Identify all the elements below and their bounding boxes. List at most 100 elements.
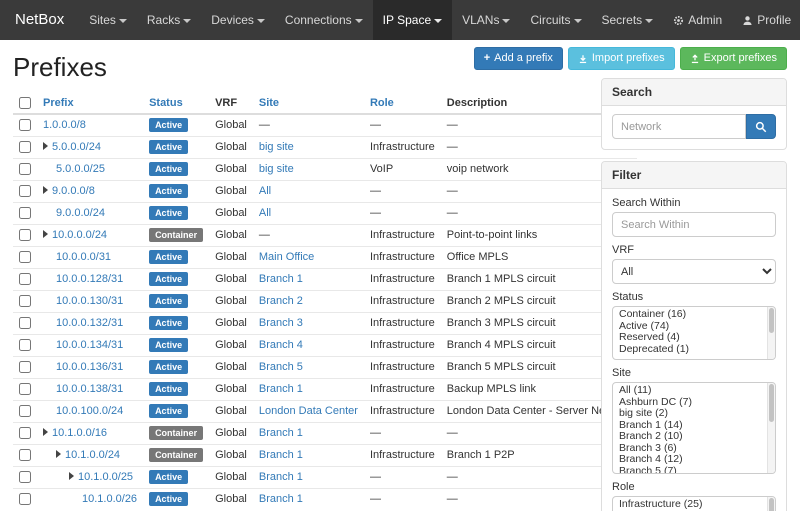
site-link[interactable]: Branch 1 bbox=[259, 471, 303, 483]
nav-profile[interactable]: Profile bbox=[732, 0, 800, 40]
listbox-option[interactable]: Branch 3 (6) bbox=[613, 443, 775, 455]
search-input[interactable] bbox=[612, 114, 746, 139]
prefix-link[interactable]: 10.0.0.0/24 bbox=[52, 229, 107, 241]
add-prefix-button[interactable]: + Add a prefix bbox=[474, 47, 563, 70]
row-checkbox[interactable] bbox=[19, 207, 31, 219]
column-header-status[interactable]: Status bbox=[149, 97, 183, 109]
listbox-option[interactable]: Container (16) bbox=[613, 309, 775, 321]
prefix-link[interactable]: 9.0.0.0/8 bbox=[52, 185, 95, 197]
site-link[interactable]: London Data Center bbox=[259, 405, 358, 417]
site-link[interactable]: big site bbox=[259, 141, 294, 153]
prefix-link[interactable]: 5.0.0.0/25 bbox=[56, 163, 105, 175]
select-all-checkbox[interactable] bbox=[19, 97, 31, 109]
prefix-link[interactable]: 10.0.0.134/31 bbox=[56, 339, 123, 351]
listbox-option[interactable]: Branch 1 (14) bbox=[613, 420, 775, 432]
site-link[interactable]: Branch 1 bbox=[259, 383, 303, 395]
site-link[interactable]: Branch 1 bbox=[259, 427, 303, 439]
listbox-option[interactable]: Branch 5 (7) bbox=[613, 466, 775, 475]
prefix-link[interactable]: 10.0.0.136/31 bbox=[56, 361, 123, 373]
search-within-input[interactable] bbox=[612, 212, 776, 237]
scrollbar[interactable] bbox=[767, 497, 775, 511]
expand-caret-icon[interactable] bbox=[56, 450, 61, 458]
export-prefixes-button[interactable]: Export prefixes bbox=[680, 47, 787, 70]
row-checkbox[interactable] bbox=[19, 185, 31, 197]
site-link[interactable]: Main Office bbox=[259, 251, 314, 263]
listbox-option[interactable]: big site (2) bbox=[613, 408, 775, 420]
prefix-link[interactable]: 10.1.0.0/16 bbox=[52, 427, 107, 439]
prefix-link[interactable]: 9.0.0.0/24 bbox=[56, 207, 105, 219]
nav-item-devices[interactable]: Devices bbox=[201, 0, 275, 40]
prefix-link[interactable]: 10.1.0.0/25 bbox=[78, 471, 133, 483]
site-link[interactable]: Branch 5 bbox=[259, 361, 303, 373]
vrf-select[interactable]: All bbox=[612, 259, 776, 284]
prefix-link[interactable]: 10.0.0.132/31 bbox=[56, 317, 123, 329]
prefix-link[interactable]: 1.0.0.0/8 bbox=[43, 119, 86, 131]
role-listbox[interactable]: Infrastructure (25)Management (8)Private… bbox=[612, 496, 776, 511]
scrollbar[interactable] bbox=[767, 383, 775, 473]
listbox-option[interactable]: Ashburn DC (7) bbox=[613, 397, 775, 409]
prefix-link[interactable]: 10.0.0.0/31 bbox=[56, 251, 111, 263]
row-checkbox[interactable] bbox=[19, 273, 31, 285]
prefix-link[interactable]: 5.0.0.0/24 bbox=[52, 141, 101, 153]
listbox-option[interactable]: Branch 2 (10) bbox=[613, 431, 775, 443]
site-link[interactable]: Branch 3 bbox=[259, 317, 303, 329]
expand-caret-icon[interactable] bbox=[43, 186, 48, 194]
expand-caret-icon[interactable] bbox=[43, 142, 48, 150]
site-link[interactable]: Branch 1 bbox=[259, 273, 303, 285]
prefix-link[interactable]: 10.0.0.138/31 bbox=[56, 383, 123, 395]
row-checkbox[interactable] bbox=[19, 119, 31, 131]
site-link[interactable]: Branch 1 bbox=[259, 493, 303, 505]
listbox-option[interactable]: Active (74) bbox=[613, 321, 775, 333]
site-link[interactable]: All bbox=[259, 207, 271, 219]
nav-item-connections[interactable]: Connections bbox=[275, 0, 373, 40]
row-checkbox[interactable] bbox=[19, 493, 31, 505]
row-checkbox[interactable] bbox=[19, 229, 31, 241]
expand-caret-icon[interactable] bbox=[69, 472, 74, 480]
listbox-option[interactable]: Reserved (4) bbox=[613, 332, 775, 344]
nav-item-secrets[interactable]: Secrets bbox=[592, 0, 664, 40]
row-checkbox[interactable] bbox=[19, 295, 31, 307]
row-checkbox[interactable] bbox=[19, 405, 31, 417]
expand-caret-icon[interactable] bbox=[43, 428, 48, 436]
row-checkbox[interactable] bbox=[19, 141, 31, 153]
column-header-site[interactable]: Site bbox=[259, 97, 279, 109]
prefix-link[interactable]: 10.0.100.0/24 bbox=[56, 405, 123, 417]
prefix-link[interactable]: 10.0.0.128/31 bbox=[56, 273, 123, 285]
row-checkbox[interactable] bbox=[19, 471, 31, 483]
listbox-option[interactable]: All (11) bbox=[613, 385, 775, 397]
row-checkbox[interactable] bbox=[19, 427, 31, 439]
listbox-option[interactable]: Branch 4 (12) bbox=[613, 454, 775, 466]
row-checkbox[interactable] bbox=[19, 317, 31, 329]
column-header-role[interactable]: Role bbox=[370, 97, 394, 109]
site-link[interactable]: Branch 2 bbox=[259, 295, 303, 307]
prefix-link[interactable]: 10.0.0.130/31 bbox=[56, 295, 123, 307]
row-checkbox[interactable] bbox=[19, 361, 31, 373]
prefix-link[interactable]: 10.1.0.0/24 bbox=[65, 449, 120, 461]
brand-logo[interactable]: NetBox bbox=[0, 0, 79, 40]
site-link[interactable]: Branch 1 bbox=[259, 449, 303, 461]
search-button[interactable] bbox=[746, 114, 776, 139]
nav-item-ip-space[interactable]: IP Space bbox=[373, 0, 452, 40]
row-checkbox[interactable] bbox=[19, 251, 31, 263]
import-prefixes-button[interactable]: Import prefixes bbox=[568, 47, 675, 70]
row-checkbox[interactable] bbox=[19, 449, 31, 461]
expand-caret-icon[interactable] bbox=[43, 230, 48, 238]
row-checkbox[interactable] bbox=[19, 339, 31, 351]
scrollbar[interactable] bbox=[767, 307, 775, 359]
listbox-option[interactable]: Infrastructure (25) bbox=[613, 499, 775, 511]
row-checkbox[interactable] bbox=[19, 163, 31, 175]
site-listbox[interactable]: All (11)Ashburn DC (7)big site (2)Branch… bbox=[612, 382, 776, 474]
site-link[interactable]: big site bbox=[259, 163, 294, 175]
site-link[interactable]: All bbox=[259, 185, 271, 197]
nav-item-vlans[interactable]: VLANs bbox=[452, 0, 520, 40]
nav-item-sites[interactable]: Sites bbox=[79, 0, 137, 40]
prefix-link[interactable]: 10.1.0.0/26 bbox=[82, 493, 137, 505]
status-listbox[interactable]: Container (16)Active (74)Reserved (4)Dep… bbox=[612, 306, 776, 360]
nav-item-racks[interactable]: Racks bbox=[137, 0, 201, 40]
nav-admin[interactable]: Admin bbox=[663, 0, 732, 40]
column-header-prefix[interactable]: Prefix bbox=[43, 97, 74, 109]
listbox-option[interactable]: Deprecated (1) bbox=[613, 344, 775, 356]
nav-item-circuits[interactable]: Circuits bbox=[520, 0, 591, 40]
row-checkbox[interactable] bbox=[19, 383, 31, 395]
site-link[interactable]: Branch 4 bbox=[259, 339, 303, 351]
